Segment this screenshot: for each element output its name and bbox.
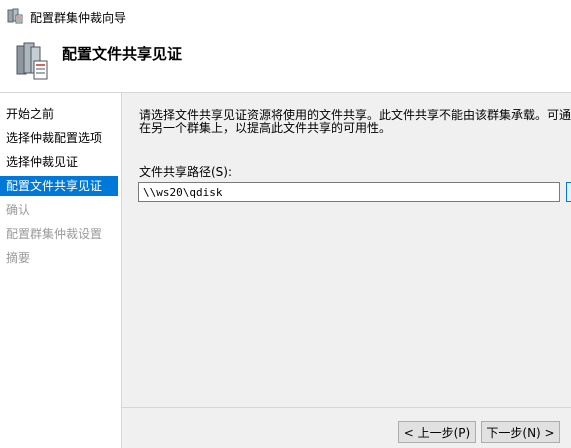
step-configure-quorum-settings: 配置群集仲裁设置 [6,227,103,241]
next-button[interactable]: 下一步(N) > [481,421,560,443]
wizard-header: 配置文件共享见证 [0,32,571,92]
window-title: 配置群集仲裁向导 [30,11,127,25]
instruction-text: 请选择文件共享见证资源将使用的文件共享。此文件共享不能由该群集承载。可通 在另一… [139,109,571,135]
step-confirmation: 确认 [6,203,31,217]
title-bar: 配置群集仲裁向导 [0,0,571,32]
browse-button[interactable] [566,182,571,202]
file-share-path-label: 文件共享路径(S): [139,165,233,179]
step-select-quorum-option[interactable]: 选择仲裁配置选项 [0,128,118,148]
main-panel: 请选择文件共享见证资源将使用的文件共享。此文件共享不能由该群集承载。可通 在另一… [122,93,571,407]
step-summary: 摘要 [6,251,31,265]
step-select-quorum-witness[interactable]: 选择仲裁见证 [0,152,118,172]
step-before-you-begin[interactable]: 开始之前 [0,104,118,124]
wizard-steps: 开始之前 选择仲裁配置选项 选择仲裁见证 配置文件共享见证 确认 配置群集仲裁设… [0,93,121,448]
previous-button[interactable]: < 上一步(P) [398,421,476,443]
wizard-footer: < 上一步(P) 下一步(N) > [122,408,571,448]
instruction-line-2: 在另一个群集上，以提高此文件共享的可用性。 [139,121,392,135]
file-share-path-input[interactable] [138,182,560,202]
cluster-servers-icon [15,41,49,81]
step-configure-file-share-witness[interactable]: 配置文件共享见证 [0,176,118,196]
page-title: 配置文件共享见证 [62,45,183,63]
cluster-wizard-icon [7,8,23,24]
